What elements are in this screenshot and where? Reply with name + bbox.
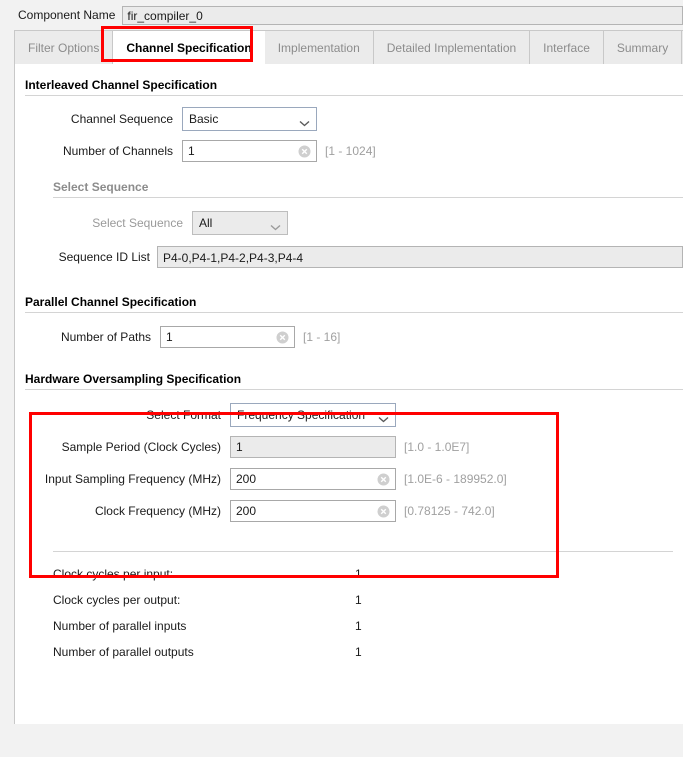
section-title-interleaved: Interleaved Channel Specification (25, 78, 218, 92)
summary-label-clock-cycles-per-input: Clock cycles per input: (53, 567, 174, 581)
channel-specification-panel: Interleaved Channel Specification Channe… (14, 64, 683, 724)
summary-label-clock-cycles-per-output: Clock cycles per output: (53, 593, 181, 607)
section-title-parallel: Parallel Channel Specification (25, 295, 197, 309)
number-of-channels-hint: [1 - 1024] (325, 144, 376, 158)
tab-interface[interactable]: Interface (530, 31, 604, 64)
sequence-id-list-field[interactable]: P4-0,P4-1,P4-2,P4-3,P4-4 (157, 246, 683, 268)
chevron-down-icon (270, 220, 281, 230)
tab-filter-options[interactable]: Filter Options (15, 31, 114, 64)
summary-value-number-of-parallel-outputs: 1 (355, 645, 362, 659)
select-sequence-label: Select Sequence (92, 216, 183, 230)
number-of-channels-label: Number of Channels (62, 144, 173, 158)
tab-summary[interactable]: Summary (603, 31, 683, 64)
number-of-channels-value: 1 (188, 144, 195, 158)
component-name-input[interactable]: fir_compiler_0 (122, 5, 683, 25)
clock-frequency-value: 200 (236, 504, 257, 518)
select-sequence-dropdown[interactable]: All (192, 211, 288, 235)
summary-row: Number of parallel inputs 1 (15, 613, 683, 639)
clear-icon[interactable] (276, 331, 289, 344)
select-sequence-value: All (199, 216, 213, 230)
tab-detailed-implementation[interactable]: Detailed Implementation (373, 31, 531, 64)
input-sampling-frequency-label: Input Sampling Frequency (MHz) (44, 472, 221, 486)
summary-value-clock-cycles-per-output: 1 (355, 593, 362, 607)
channel-sequence-label: Channel Sequence (70, 112, 173, 126)
channel-sequence-value: Basic (189, 112, 219, 126)
chevron-down-icon (378, 412, 389, 422)
sample-period-input: 1 (230, 436, 396, 458)
summary-label-number-of-parallel-outputs: Number of parallel outputs (53, 645, 194, 659)
channel-sequence-dropdown[interactable]: Basic (182, 107, 317, 131)
input-sampling-frequency-value: 200 (236, 472, 257, 486)
summary-row: Number of parallel outputs 1 (15, 639, 683, 665)
tab-channel-specification[interactable]: Channel Specification (113, 31, 265, 64)
sample-period-label: Sample Period (Clock Cycles) (61, 440, 221, 454)
input-sampling-frequency-hint: [1.0E-6 - 189952.0] (404, 472, 507, 486)
select-format-value: Frequency Specification (237, 408, 366, 422)
clear-icon[interactable] (298, 145, 311, 158)
number-of-channels-input[interactable]: 1 (182, 140, 317, 162)
clock-frequency-hint: [0.78125 - 742.0] (404, 504, 495, 518)
summary-value-clock-cycles-per-input: 1 (355, 567, 362, 581)
section-title-oversampling: Hardware Oversampling Specification (25, 372, 242, 386)
section-title-select-sequence: Select Sequence (53, 180, 149, 194)
number-of-paths-label: Number of Paths (60, 330, 151, 344)
select-format-label: Select Format (146, 408, 221, 422)
section-divider-interleaved (25, 95, 683, 96)
sample-period-hint: [1.0 - 1.0E7] (404, 440, 470, 454)
tab-strip: Filter Options Channel Specification Imp… (14, 26, 683, 64)
number-of-paths-hint: [1 - 16] (303, 330, 341, 344)
section-divider-select-sequence (53, 197, 683, 198)
summary-row: Clock cycles per input: 1 (15, 561, 683, 587)
section-divider-oversampling (25, 389, 683, 390)
component-name-label: Component Name (18, 8, 116, 22)
number-of-paths-value: 1 (166, 330, 173, 344)
summary-label-number-of-parallel-inputs: Number of parallel inputs (53, 619, 187, 633)
sequence-id-list-label: Sequence ID List (58, 250, 150, 264)
section-divider-parallel (25, 312, 683, 313)
summary-row: Clock cycles per output: 1 (15, 587, 683, 613)
clock-frequency-input[interactable]: 200 (230, 500, 396, 522)
summary-value-number-of-parallel-inputs: 1 (355, 619, 362, 633)
number-of-paths-input[interactable]: 1 (160, 326, 295, 348)
tab-implementation[interactable]: Implementation (264, 31, 374, 64)
chevron-down-icon (299, 116, 310, 126)
clear-icon[interactable] (377, 505, 390, 518)
input-sampling-frequency-input[interactable]: 200 (230, 468, 396, 490)
select-format-dropdown[interactable]: Frequency Specification (230, 403, 396, 427)
component-name-bar: Component Name fir_compiler_0 (0, 0, 683, 30)
clear-icon[interactable] (377, 473, 390, 486)
sample-period-value: 1 (236, 440, 243, 454)
clock-frequency-label: Clock Frequency (MHz) (94, 504, 221, 518)
